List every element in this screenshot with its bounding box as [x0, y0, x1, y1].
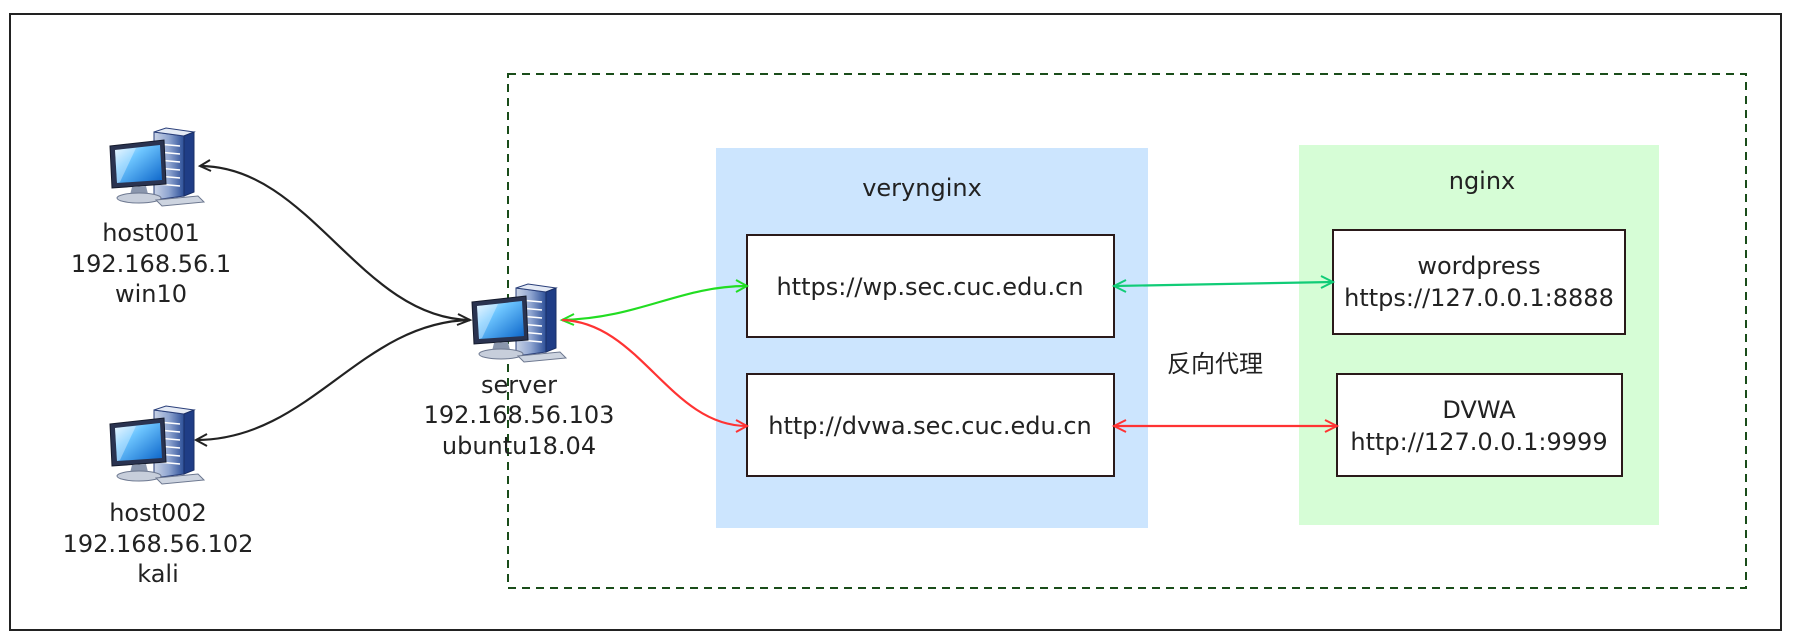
server-name: server — [481, 371, 557, 399]
dvwa-url: http://127.0.0.1:9999 — [1350, 428, 1607, 456]
dvwa-name: DVWA — [1442, 396, 1516, 424]
reverse-proxy-label: 反向代理 — [1167, 350, 1263, 378]
server-ip: 192.168.56.103 — [424, 401, 615, 429]
network-diagram: verynginx https://wp.sec.cuc.edu.cn http… — [9, 13, 1782, 631]
nginx-title: nginx — [1449, 167, 1516, 195]
host002-os: kali — [137, 560, 179, 588]
host001-server-link — [199, 164, 471, 322]
computer-icon — [109, 405, 205, 485]
host001-os: win10 — [115, 280, 187, 308]
host001-name: host001 — [102, 219, 200, 247]
host001-ip: 192.168.56.1 — [71, 250, 231, 278]
verynginx-title: verynginx — [862, 174, 982, 202]
wordpress-url: https://127.0.0.1:8888 — [1344, 284, 1614, 312]
wordpress-name: wordpress — [1417, 252, 1540, 280]
host002-ip: 192.168.56.102 — [63, 530, 254, 558]
computer-icon — [471, 283, 567, 363]
computer-icon — [109, 127, 205, 207]
wordpress-box — [1332, 229, 1626, 335]
dvwa-box — [1336, 373, 1623, 477]
wp-url-label: https://wp.sec.cuc.edu.cn — [776, 273, 1083, 301]
dvwa-url-label: http://dvwa.sec.cuc.edu.cn — [768, 412, 1092, 440]
server-os: ubuntu18.04 — [442, 432, 596, 460]
host002-name: host002 — [109, 499, 207, 527]
